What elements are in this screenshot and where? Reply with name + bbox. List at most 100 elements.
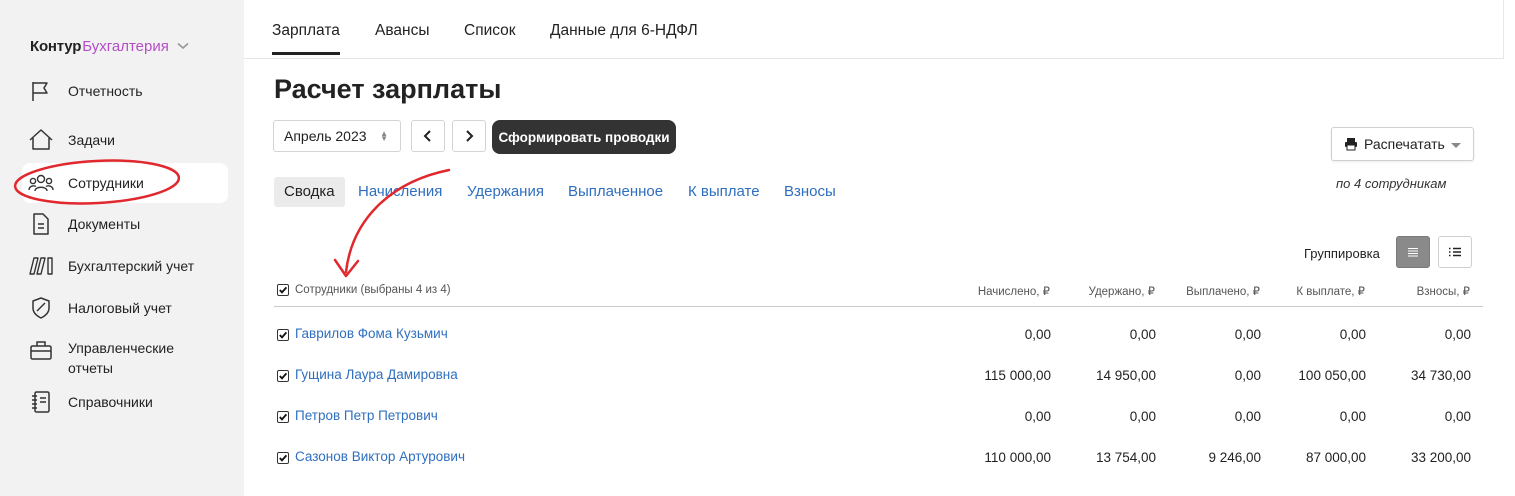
subtab-deductions[interactable]: Удержания (467, 183, 544, 200)
document-icon (28, 212, 54, 236)
flat-view-button[interactable] (1396, 236, 1430, 268)
cell-accrued: 0,00 (1024, 327, 1051, 342)
list-icon (1408, 248, 1418, 257)
cell-withheld: 0,00 (1129, 409, 1156, 424)
print-note: по 4 сотрудникам (1336, 176, 1447, 191)
chevron-down-icon[interactable] (177, 40, 189, 52)
cell-paid: 0,00 (1234, 368, 1261, 383)
select-all-checkbox[interactable] (277, 284, 289, 296)
subtab-to-pay[interactable]: К выплате (688, 183, 760, 200)
sidebar-item-references[interactable]: Справочники (28, 382, 228, 422)
col-header-withheld: Удержано, ₽ (1088, 286, 1155, 298)
checkmark-icon (279, 331, 288, 339)
cell-contributions: 34 730,00 (1410, 368, 1471, 383)
row-checkbox[interactable] (277, 370, 289, 382)
cell-contributions: 33 200,00 (1410, 450, 1471, 465)
cell-withheld: 14 950,00 (1095, 368, 1156, 383)
subtab-paid[interactable]: Выплаченное (568, 183, 663, 200)
subtab-accruals[interactable]: Начисления (358, 183, 442, 200)
cell-accrued: 0,00 (1024, 409, 1051, 424)
col-header-employees: Сотрудники (выбраны 4 из 4) (295, 284, 451, 296)
row-checkbox[interactable] (277, 452, 289, 464)
cell-withheld: 0,00 (1129, 327, 1156, 342)
shield-icon (28, 296, 54, 320)
header-divider (274, 306, 1483, 307)
chevron-left-icon (423, 130, 431, 142)
checkmark-icon (279, 372, 288, 380)
cell-accrued: 115 000,00 (984, 368, 1051, 383)
home-icon (28, 128, 54, 152)
logo-product: Бухгалтерия (82, 37, 169, 55)
caret-down-icon[interactable] (1451, 143, 1461, 148)
col-header-contributions: Взносы, ₽ (1416, 286, 1470, 298)
period-select[interactable]: Апрель 2023 ▲ ▼ (273, 120, 401, 152)
row-checkbox[interactable] (277, 411, 289, 423)
grouping-label: Группировка (1304, 246, 1380, 261)
print-button[interactable]: Распечатать (1331, 127, 1474, 161)
cell-withheld: 13 754,00 (1095, 450, 1156, 465)
sidebar-item-label: Налоговый учет (68, 300, 172, 316)
sidebar-item-label: Справочники (68, 394, 153, 410)
sidebar-item-employees[interactable]: Сотрудники (22, 163, 228, 203)
cell-to-pay: 0,00 (1339, 409, 1366, 424)
people-icon (28, 171, 54, 195)
subtab-contributions[interactable]: Взносы (784, 183, 836, 200)
sidebar-item-label: Бухгалтерский учет (68, 258, 195, 274)
checkmark-icon (279, 454, 288, 462)
page-title: Расчет зарплаты (274, 74, 502, 104)
sidebar-item-tax[interactable]: Налоговый учет (28, 288, 228, 328)
grouped-view-button[interactable] (1438, 236, 1472, 268)
sidebar-item-label: Задачи (68, 132, 116, 148)
flag-icon (28, 79, 54, 103)
tab-salary[interactable]: Зарплата (272, 22, 340, 55)
prev-period-button[interactable] (411, 120, 445, 152)
updown-icon: ▲ ▼ (380, 129, 388, 143)
print-button-label: Распечатать (1364, 136, 1445, 152)
annotation-arrowhead (333, 258, 360, 278)
checkmark-icon (279, 413, 288, 421)
employee-link[interactable]: Гаврилов Фома Кузьмич (295, 326, 448, 341)
checkmark-icon (279, 286, 288, 294)
sidebar: Контур Бухгалтерия Отчетность Задачи Сот… (0, 0, 244, 496)
employee-link[interactable]: Гущина Лаура Дамировна (295, 367, 458, 382)
tab-6ndfl[interactable]: Данные для 6-НДФЛ (550, 22, 698, 40)
app-logo[interactable]: Контур Бухгалтерия (30, 36, 189, 56)
cell-contributions: 0,00 (1444, 327, 1471, 342)
tab-list[interactable]: Список (464, 22, 516, 40)
employee-link[interactable]: Сазонов Виктор Артурович (295, 449, 465, 464)
tab-advances[interactable]: Авансы (375, 22, 429, 40)
cell-to-pay: 100 050,00 (1298, 368, 1366, 383)
cell-paid: 0,00 (1234, 409, 1261, 424)
sidebar-item-accounting[interactable]: Бухгалтерский учет (28, 246, 228, 286)
sidebar-item-tasks[interactable]: Задачи (28, 120, 228, 160)
divider (1503, 0, 1504, 58)
employee-link[interactable]: Петров Петр Петрович (295, 408, 438, 423)
period-value: Апрель 2023 (284, 128, 367, 144)
logo-kontur: Контур (30, 37, 82, 55)
col-header-paid: Выплачено, ₽ (1186, 286, 1260, 298)
cell-to-pay: 87 000,00 (1305, 450, 1366, 465)
sidebar-item-label: Отчетность (68, 83, 143, 99)
cell-accrued: 110 000,00 (984, 450, 1051, 465)
sidebar-item-documents[interactable]: Документы (28, 204, 228, 244)
bulleted-list-icon (1449, 247, 1461, 257)
cell-to-pay: 0,00 (1339, 327, 1366, 342)
col-header-accrued: Начислено, ₽ (977, 286, 1050, 298)
cell-paid: 0,00 (1234, 327, 1261, 342)
subtab-summary[interactable]: Сводка (274, 177, 345, 207)
generate-entries-button[interactable]: Сформировать проводки (492, 120, 676, 154)
printer-icon (1345, 138, 1357, 151)
cell-paid: 9 246,00 (1208, 450, 1261, 465)
briefcase-icon (28, 338, 54, 362)
chevron-right-icon (466, 130, 474, 142)
sidebar-item-label: Документы (68, 216, 141, 232)
cell-contributions: 0,00 (1444, 409, 1471, 424)
sidebar-item-label: Сотрудники (68, 175, 144, 191)
sidebar-item-management-reports[interactable]: Управленческие отчеты (28, 338, 228, 382)
ledger-icon (28, 254, 54, 278)
sidebar-item-reporting[interactable]: Отчетность (28, 71, 228, 111)
notebook-icon (28, 390, 54, 414)
sidebar-item-label: Управленческие отчеты (68, 340, 175, 376)
next-period-button[interactable] (452, 120, 486, 152)
row-checkbox[interactable] (277, 329, 289, 341)
